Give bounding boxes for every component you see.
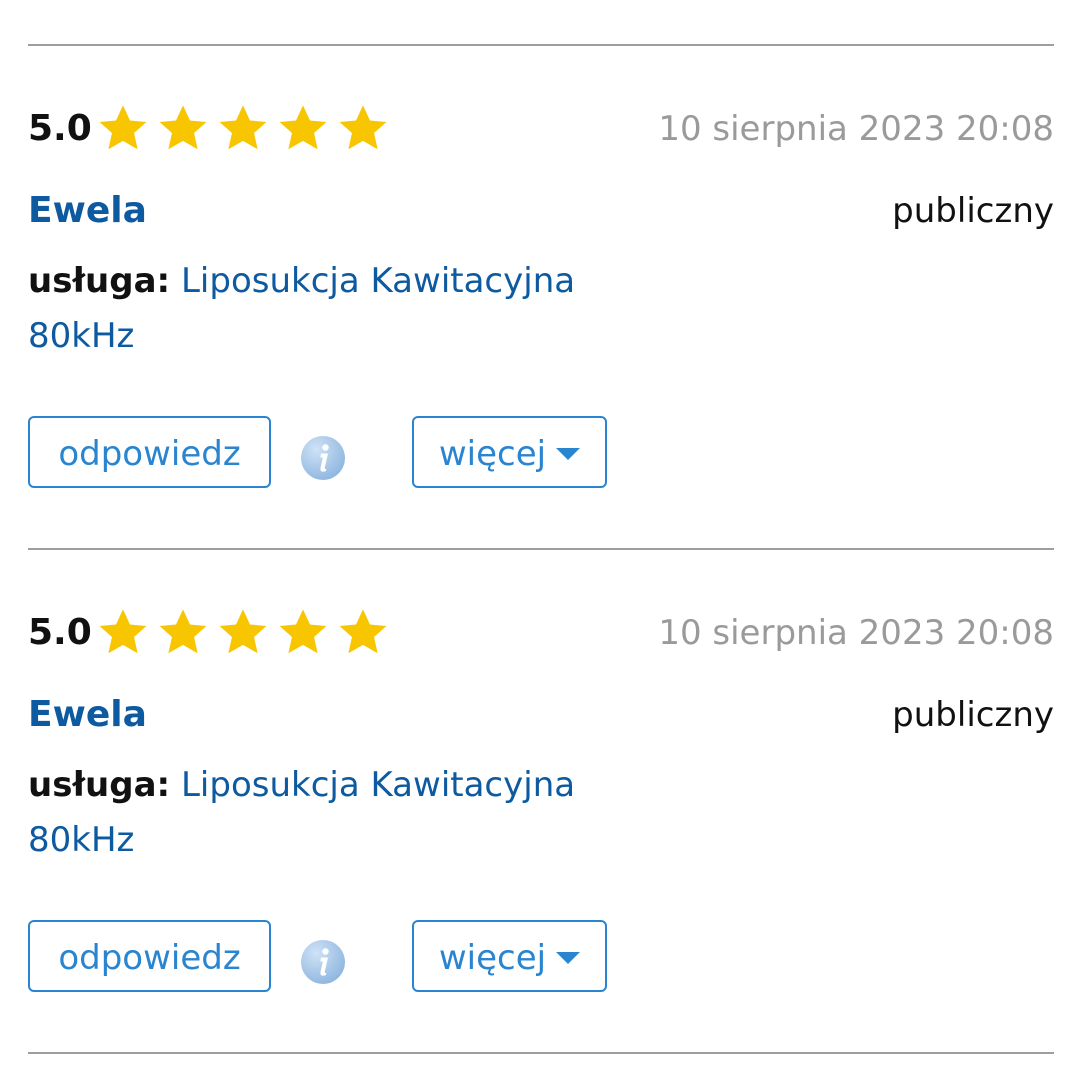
review-card: 5.0 10 sierpnia 2023 20:08 Ewela publicz… (28, 44, 1054, 548)
caret-down-icon (556, 447, 581, 460)
service-info: usługa: Liposukcja Kawitacyjna 80kHz (28, 758, 648, 868)
star-icon (159, 105, 207, 150)
info-icon[interactable] (300, 939, 346, 985)
author-name[interactable]: Ewela (28, 690, 147, 740)
service-label: usługa: (28, 261, 171, 301)
star-icon (99, 609, 147, 654)
visibility-status: publiczny (892, 191, 1054, 231)
star-icon (339, 105, 387, 150)
star-icon (219, 609, 267, 654)
service-label: usługa: (28, 765, 171, 805)
service-info: usługa: Liposukcja Kawitacyjna 80kHz (28, 254, 648, 364)
rating-score: 5.0 (28, 612, 92, 653)
star-rating (96, 102, 396, 158)
info-icon[interactable] (300, 435, 346, 481)
reviews-page: 5.0 10 sierpnia 2023 20:08 Ewela publicz… (0, 0, 1080, 1080)
caret-down-icon (556, 951, 581, 964)
star-icon (279, 609, 327, 654)
divider (28, 1052, 1054, 1054)
more-dropdown-button[interactable]: więcej (412, 920, 607, 992)
more-label: więcej (438, 938, 547, 978)
star-icon (219, 105, 267, 150)
reply-button[interactable]: odpowiedz (28, 920, 271, 992)
more-label: więcej (438, 434, 547, 474)
star-icon (279, 105, 327, 150)
star-icon (99, 105, 147, 150)
star-icon (339, 609, 387, 654)
review-date: 10 sierpnia 2023 20:08 (658, 109, 1054, 149)
rating-score: 5.0 (28, 108, 92, 149)
reply-button[interactable]: odpowiedz (28, 416, 271, 488)
visibility-status: publiczny (892, 695, 1054, 735)
star-rating (96, 606, 396, 662)
more-dropdown-button[interactable]: więcej (412, 416, 607, 488)
review-date: 10 sierpnia 2023 20:08 (658, 613, 1054, 653)
star-icon (159, 609, 207, 654)
review-card: 5.0 10 sierpnia 2023 20:08 Ewela publicz… (28, 548, 1054, 1052)
author-name[interactable]: Ewela (28, 186, 147, 236)
